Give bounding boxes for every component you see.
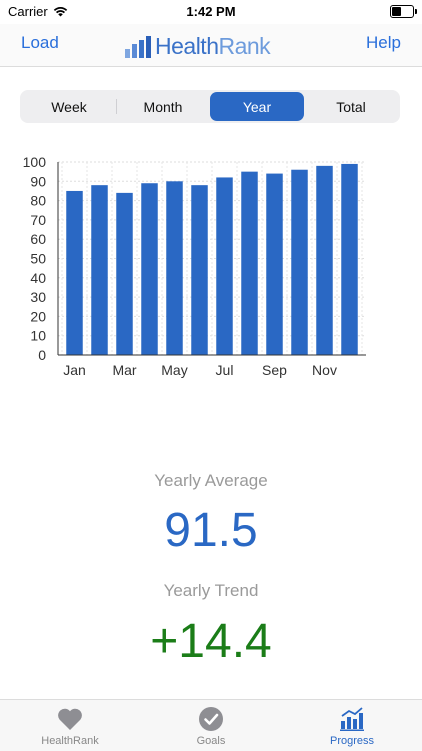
y-tick-label: 70 [30,212,46,228]
bar-nov [316,165,333,355]
app-title-health: Health [155,33,219,59]
y-tick-label: 0 [38,347,46,363]
y-tick-label: 40 [30,270,46,286]
logo-bars-icon [125,36,151,58]
bar-chart-icon [340,707,364,731]
period-segmented-control: Week Month Year Total [20,90,400,123]
app-logo: HealthRank [125,30,271,59]
bar-jun [191,185,208,355]
tab-progress-label: Progress [329,735,375,747]
tab-goals[interactable]: Goals [141,700,281,751]
y-tick-label: 50 [30,251,46,267]
segment-week[interactable]: Week [22,92,116,121]
tab-healthrank[interactable]: HealthRank [0,700,140,751]
x-tick-label: Jul [216,362,234,378]
y-tick-label: 90 [30,173,46,189]
y-tick-label: 100 [23,154,47,170]
bar-mar [116,192,133,355]
x-tick-label: Mar [112,362,136,378]
x-tick-label: Sep [262,362,287,378]
segment-total[interactable]: Total [304,92,398,121]
yearly-average-label: Yearly Average [154,471,268,490]
segment-year[interactable]: Year [210,92,304,121]
bar-feb [91,185,108,355]
y-tick-label: 60 [30,231,46,247]
battery-icon [390,5,417,18]
app-title-rank: Rank [218,33,271,59]
x-tick-label: May [161,362,187,378]
yearly-trend-label: Yearly Trend [163,581,259,600]
status-time: 1:42 PM [186,4,236,19]
y-tick-label: 30 [30,289,46,305]
bar-apr [141,183,158,355]
help-button[interactable]: Help [366,33,401,53]
bar-jan [66,190,83,355]
y-tick-label: 80 [30,193,46,209]
y-tick-label: 10 [30,328,46,344]
heart-icon [58,708,82,730]
y-tick-label: 20 [30,308,46,324]
yearly-average-value: 91.5 [164,504,258,557]
x-tick-label: Nov [312,362,337,378]
app-title: HealthRank [155,33,271,59]
bar-oct [291,169,308,355]
checkmark-circle-icon [199,707,223,731]
bar-dec [341,163,358,355]
navigation-bar: Load HealthRank Help [0,24,422,67]
bar-aug [241,171,258,355]
yearly-bar-chart: 0 10 20 30 40 50 60 70 80 90 100 Jan Mar May Jul Sep Nov [23,154,366,378]
tab-progress[interactable]: Progress [282,700,422,751]
x-tick-label: Jan [63,362,86,378]
bar-jul [216,177,233,355]
bar-may [166,181,183,355]
tab-healthrank-label: HealthRank [41,735,99,747]
tab-goals-label: Goals [196,735,226,747]
load-button[interactable]: Load [21,33,59,53]
tab-bar: HealthRank Goals Progress [0,699,422,751]
yearly-trend-value: +14.4 [150,615,272,668]
bar-sep [266,173,283,355]
segment-month[interactable]: Month [116,92,210,121]
status-bar: Carrier 1:42 PM [0,0,422,24]
